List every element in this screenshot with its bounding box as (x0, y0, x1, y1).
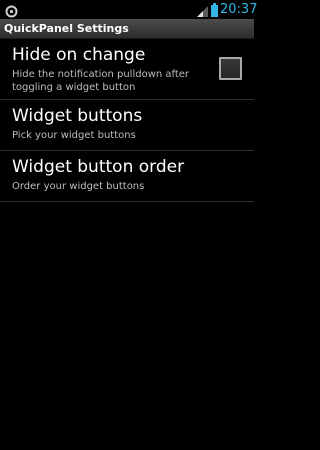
pref-title: Widget buttons (12, 106, 143, 126)
pref-summary: Order your widget buttons (12, 181, 145, 192)
battery-icon (211, 2, 218, 17)
signal-icon (196, 3, 209, 17)
pref-widget-button-order[interactable]: Widget button order Order your widget bu… (0, 151, 254, 202)
status-bar: 20:37 (0, 0, 258, 19)
app-title-bar: QuickPanel Settings (0, 19, 254, 39)
pref-title: Hide on change (12, 45, 146, 65)
app-title: QuickPanel Settings (4, 22, 129, 35)
pref-title: Widget button order (12, 157, 185, 177)
clock-time: 20:37 (220, 2, 258, 17)
pref-summary: Hide the notification pulldown after tog… (12, 69, 190, 93)
pref-widget-buttons[interactable]: Widget buttons Pick your widget buttons (0, 100, 254, 151)
hide-on-change-checkbox[interactable] (219, 57, 242, 80)
pref-summary: Pick your widget buttons (12, 130, 136, 141)
notification-ring-icon (5, 3, 18, 18)
preference-list: Hide on change Hide the notification pul… (0, 39, 254, 202)
pref-hide-on-change[interactable]: Hide on change Hide the notification pul… (0, 39, 254, 100)
